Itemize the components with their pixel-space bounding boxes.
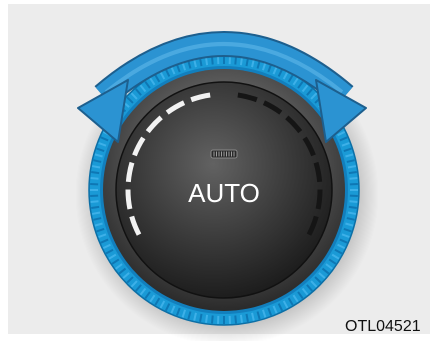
level-mark-right <box>315 189 323 210</box>
climate-control-knob-illustration: AUTO <box>75 31 379 341</box>
level-mark-left <box>125 189 133 210</box>
figure-code-label: OTL04521 <box>345 318 421 335</box>
auto-mode-label: AUTO <box>188 178 260 208</box>
figure-frame: AUTO OTL04521 <box>0 0 434 341</box>
auto-indicator-lamp-icon <box>210 149 238 159</box>
